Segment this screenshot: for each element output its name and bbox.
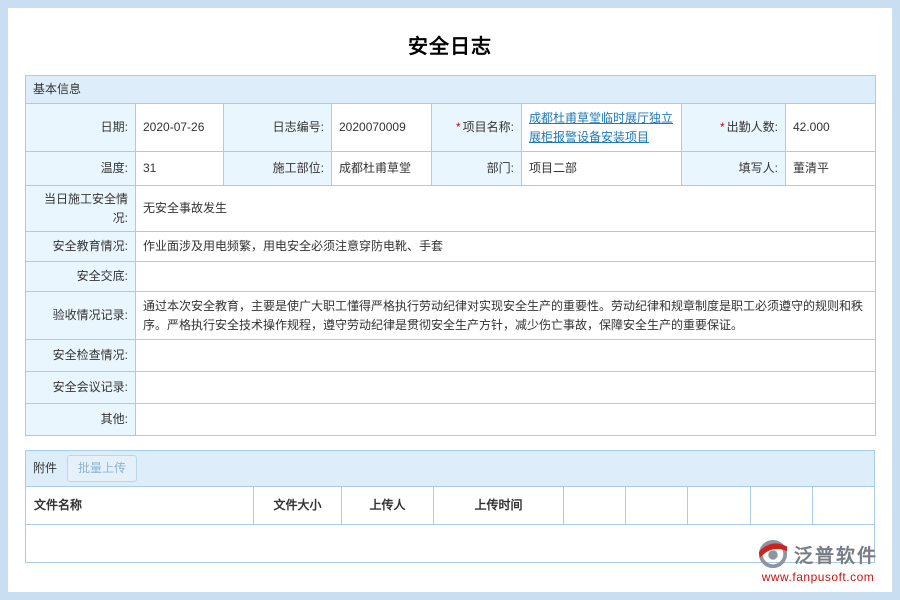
field-label: 安全检查情况: xyxy=(26,340,136,372)
detail-row-safety-inspection: 安全检查情况: xyxy=(26,340,876,372)
attachments-empty-row xyxy=(26,524,875,562)
required-asterisk: * xyxy=(720,120,725,134)
detail-row-safety-education: 安全教育情况: 作业面涉及用电频繁，用电安全必须注意穿防电靴、手套 xyxy=(26,232,876,262)
batch-upload-button[interactable]: 批量上传 xyxy=(67,455,137,482)
field-label: 其他: xyxy=(26,404,136,436)
content-card: 安全日志 基本信息 日期: 2020-07-26 日志编号: 202007000… xyxy=(8,8,892,592)
temperature-value: 31 xyxy=(136,152,224,186)
field-value xyxy=(136,372,876,404)
page-title: 安全日志 xyxy=(25,18,875,75)
date-value: 2020-07-26 xyxy=(136,104,224,152)
column-empty xyxy=(626,486,688,524)
brand-url: www.fanpusoft.com xyxy=(758,570,878,584)
required-asterisk: * xyxy=(456,120,461,134)
basic-info-table: 基本信息 日期: 2020-07-26 日志编号: 2020070009 *项目… xyxy=(25,75,876,436)
detail-row-safety-disclosure: 安全交底: xyxy=(26,262,876,292)
field-value xyxy=(136,262,876,292)
attachments-section-title: 附件 xyxy=(33,459,57,478)
form-row-2: 温度: 31 施工部位: 成都杜甫草堂 部门: 项目二部 填写人: 董清平 xyxy=(26,152,876,186)
writer-value: 董清平 xyxy=(786,152,876,186)
department-label: 部门: xyxy=(432,152,522,186)
column-uploader: 上传人 xyxy=(342,486,434,524)
attachments-header-row: 附件 批量上传 xyxy=(26,451,875,487)
form-row-1: 日期: 2020-07-26 日志编号: 2020070009 *项目名称: 成… xyxy=(26,104,876,152)
column-empty xyxy=(564,486,626,524)
column-empty xyxy=(812,486,874,524)
construction-site-value: 成都杜甫草堂 xyxy=(332,152,432,186)
date-label: 日期: xyxy=(26,104,136,152)
field-value: 通过本次安全教育，主要是使广大职工懂得严格执行劳动纪律对实现安全生产的重要性。劳… xyxy=(136,292,876,340)
field-label: 验收情况记录: xyxy=(26,292,136,340)
project-name-label: *项目名称: xyxy=(432,104,522,152)
department-value: 项目二部 xyxy=(522,152,682,186)
attachments-column-header-row: 文件名称 文件大小 上传人 上传时间 xyxy=(26,486,875,524)
project-name-link[interactable]: 成都杜甫草堂临时展厅独立展柜报警设备安装项目 xyxy=(529,111,673,144)
attachments-table: 附件 批量上传 文件名称 文件大小 上传人 上传时间 xyxy=(25,450,875,563)
fanpu-logo: 泛普软件 www.fanpusoft.com xyxy=(758,539,878,584)
basic-info-section-title: 基本信息 xyxy=(26,76,876,104)
fanpu-logo-icon xyxy=(758,539,788,569)
project-name-cell: 成都杜甫草堂临时展厅独立展柜报警设备安装项目 xyxy=(522,104,682,152)
field-value xyxy=(136,404,876,436)
construction-site-label: 施工部位: xyxy=(224,152,332,186)
empty-attachment-row xyxy=(26,524,875,562)
brand-name: 泛普软件 xyxy=(794,541,878,568)
section-header-row: 基本信息 xyxy=(26,76,876,104)
field-value xyxy=(136,340,876,372)
column-upload-time: 上传时间 xyxy=(434,486,564,524)
detail-row-safety-meeting: 安全会议记录: xyxy=(26,372,876,404)
field-label: 安全教育情况: xyxy=(26,232,136,262)
attachments-section-bar: 附件 批量上传 xyxy=(26,451,875,487)
writer-label: 填写人: xyxy=(682,152,786,186)
field-label: 当日施工安全情况: xyxy=(26,186,136,232)
field-value: 作业面涉及用电频繁，用电安全必须注意穿防电靴、手套 xyxy=(136,232,876,262)
attendance-label: *出勤人数: xyxy=(682,104,786,152)
detail-row-acceptance-record: 验收情况记录: 通过本次安全教育，主要是使广大职工懂得严格执行劳动纪律对实现安全… xyxy=(26,292,876,340)
column-file-name: 文件名称 xyxy=(26,486,254,524)
log-number-label: 日志编号: xyxy=(224,104,332,152)
attendance-value: 42.000 xyxy=(786,104,876,152)
log-number-value: 2020070009 xyxy=(332,104,432,152)
temperature-label: 温度: xyxy=(26,152,136,186)
column-empty xyxy=(688,486,750,524)
detail-row-other: 其他: xyxy=(26,404,876,436)
field-label: 安全交底: xyxy=(26,262,136,292)
column-empty xyxy=(750,486,812,524)
field-value: 无安全事故发生 xyxy=(136,186,876,232)
field-label: 安全会议记录: xyxy=(26,372,136,404)
detail-row-safety-situation: 当日施工安全情况: 无安全事故发生 xyxy=(26,186,876,232)
column-file-size: 文件大小 xyxy=(254,486,342,524)
